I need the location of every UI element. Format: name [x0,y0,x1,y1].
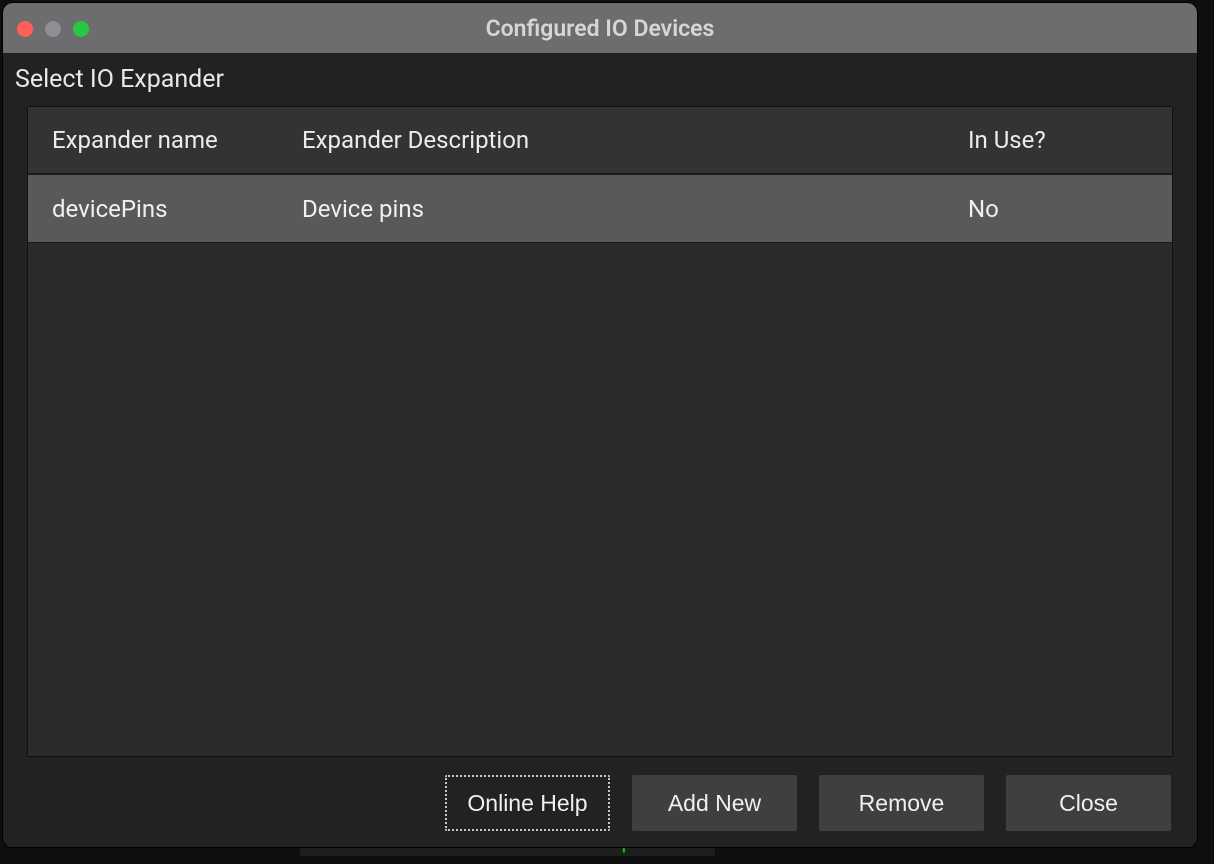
dialog-content: Select IO Expander Expander name Expande… [3,53,1197,847]
close-window-icon[interactable] [17,21,33,37]
zoom-window-icon[interactable] [73,21,89,37]
remove-button[interactable]: Remove [819,775,984,831]
button-row: Online Help Add New Remove Close [15,757,1185,835]
col-header-inuse[interactable]: In Use? [968,126,1148,154]
close-button[interactable]: Close [1006,775,1171,831]
dialog-window: Configured IO Devices Select IO Expander… [2,2,1198,848]
section-label: Select IO Expander [15,65,1185,94]
titlebar[interactable]: Configured IO Devices [3,3,1197,53]
cell-description: Device pins [302,195,968,223]
window-title: Configured IO Devices [3,15,1197,42]
table-row[interactable]: devicePins Device pins No [28,175,1172,243]
minimize-window-icon[interactable] [45,21,61,37]
table-header-row: Expander name Expander Description In Us… [28,107,1172,175]
cell-name: devicePins [52,195,302,223]
online-help-button[interactable]: Online Help [445,775,610,831]
window-controls [17,21,89,37]
expander-table: Expander name Expander Description In Us… [27,106,1173,757]
add-new-button[interactable]: Add New [632,775,797,831]
col-header-description[interactable]: Expander Description [302,126,968,154]
cell-inuse: No [968,195,1148,223]
col-header-name[interactable]: Expander name [52,126,302,154]
